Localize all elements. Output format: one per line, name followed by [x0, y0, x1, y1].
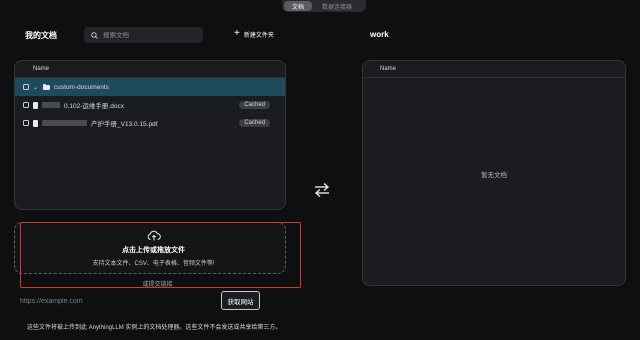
document-icon: [33, 119, 38, 127]
list-item-file[interactable]: 0.102-运维手册.docx Cached: [15, 96, 285, 114]
cloud-upload-icon: [147, 230, 161, 240]
upload-subtitle: 支持文本文件、CSV、电子表格、音频文件等!: [92, 260, 215, 267]
document-icon: [33, 101, 38, 109]
privacy-note: 这些文件将被上传到此 AnythingLLM 实例上的文档处理器。这些文件不会发…: [27, 325, 282, 331]
name-column-header: Name: [363, 61, 625, 78]
my-documents-panel: Name ⌄ custom-documents 0.102-运维手册.docx …: [14, 60, 286, 210]
row-checkbox[interactable]: [23, 102, 29, 108]
tab-documents[interactable]: 文档: [284, 1, 312, 11]
row-checkbox[interactable]: [23, 120, 29, 126]
folder-name: custom-documents: [54, 83, 109, 91]
plus-icon: +: [234, 28, 240, 39]
search-input[interactable]: [103, 31, 193, 39]
search-box[interactable]: [84, 27, 203, 43]
upload-dropzone-content[interactable]: 点击上传或拖放文件 支持文本文件、CSV、电子表格、音频文件等!: [21, 223, 286, 273]
my-documents-title: 我的文档: [25, 31, 57, 40]
upload-title: 点击上传或拖放文件: [122, 246, 185, 254]
empty-state-text: 暂无文档: [481, 172, 507, 179]
or-submit-link-label: 或提交链接: [142, 282, 173, 288]
name-column-header: Name: [15, 61, 285, 78]
fetch-website-button[interactable]: 获取网站: [221, 291, 260, 310]
file-name: 产护手册_V13.0.15.pdf: [91, 121, 158, 128]
search-icon: [91, 31, 98, 39]
chevron-down-icon[interactable]: ⌄: [33, 84, 39, 91]
redacted-text: [42, 102, 60, 108]
new-folder-button[interactable]: + 新建文件夹: [234, 29, 274, 39]
swap-arrows-icon[interactable]: [313, 182, 331, 198]
upload-area: 点击上传或拖放文件 支持文本文件、CSV、电子表格、音频文件等! 或提交链接: [14, 222, 301, 288]
workspace-title: work: [370, 30, 389, 39]
folder-icon: [43, 83, 50, 90]
cached-badge: Cached: [239, 101, 270, 109]
list-item-file[interactable]: 产护手册_V13.0.15.pdf Cached: [15, 114, 285, 132]
redacted-text: [42, 120, 87, 126]
file-name: 0.102-运维手册.docx: [64, 103, 124, 110]
row-checkbox[interactable]: [23, 84, 29, 90]
list-item-folder[interactable]: ⌄ custom-documents: [15, 78, 285, 96]
cached-badge: Cached: [239, 119, 270, 127]
new-folder-label: 新建文件夹: [243, 32, 274, 39]
tab-data-connectors[interactable]: 数据连接器: [312, 1, 362, 11]
top-tab-switcher: 文档 数据连接器: [282, 0, 366, 12]
workspace-documents-panel: Name 暂无文档: [362, 60, 626, 286]
url-input[interactable]: [14, 293, 214, 309]
